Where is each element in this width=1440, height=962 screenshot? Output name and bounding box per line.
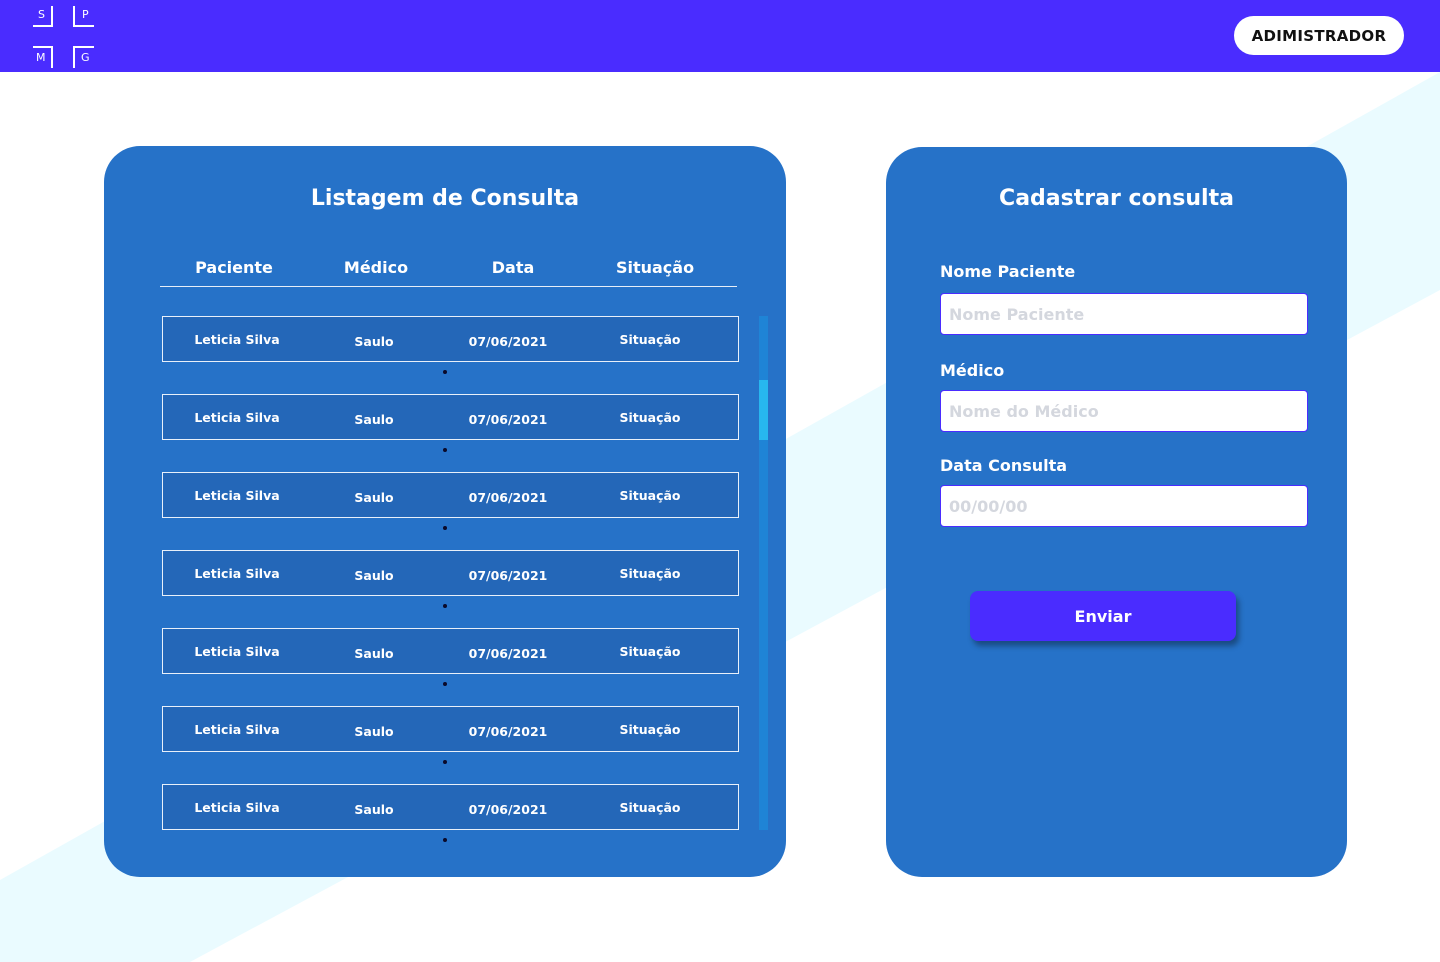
cell-data: 07/06/2021	[468, 334, 548, 349]
cell-paciente: Leticia Silva	[194, 410, 280, 425]
cell-situacao: Situação	[619, 800, 681, 815]
register-consultation-panel: Cadastrar consulta Nome Paciente Médico …	[886, 147, 1347, 877]
cell-paciente: Leticia Silva	[194, 488, 280, 503]
consultation-date-input[interactable]	[940, 485, 1308, 527]
consultation-list-panel: Listagem de Consulta Paciente Médico Dat…	[104, 146, 786, 877]
row-separator-dot	[443, 604, 447, 608]
cell-paciente: Leticia Silva	[194, 800, 280, 815]
row-separator-dot	[443, 526, 447, 530]
top-navbar: S P M G ADIMISTRADOR	[0, 0, 1440, 72]
cell-situacao: Situação	[619, 566, 681, 581]
table-row[interactable]: Leticia Silva Saulo 07/06/2021 Situação	[162, 394, 739, 440]
row-separator-dot	[443, 682, 447, 686]
cell-paciente: Leticia Silva	[194, 644, 280, 659]
cell-situacao: Situação	[619, 722, 681, 737]
cell-data: 07/06/2021	[468, 646, 548, 661]
cell-paciente: Leticia Silva	[194, 722, 280, 737]
patient-name-input[interactable]	[940, 293, 1308, 335]
list-scrollbar-thumb[interactable]	[759, 380, 768, 440]
table-row[interactable]: Leticia Silva Saulo 07/06/2021 Situação	[162, 784, 739, 830]
consultation-date-label: Data Consulta	[940, 456, 1068, 475]
doctor-name-input[interactable]	[940, 390, 1308, 432]
doctor-label: Médico	[940, 361, 1005, 380]
cell-medico: Saulo	[354, 724, 394, 739]
cell-situacao: Situação	[619, 410, 681, 425]
table-row[interactable]: Leticia Silva Saulo 07/06/2021 Situação	[162, 472, 739, 518]
patient-name-label: Nome Paciente	[940, 262, 1076, 281]
table-header: Paciente Médico Data Situação	[160, 252, 737, 287]
app-logo[interactable]: S P M G	[30, 4, 98, 70]
table-row[interactable]: Leticia Silva Saulo 07/06/2021 Situação	[162, 628, 739, 674]
cell-situacao: Situação	[619, 488, 681, 503]
form-title: Cadastrar consulta	[999, 186, 1234, 211]
cell-situacao: Situação	[619, 332, 681, 347]
row-separator-dot	[443, 838, 447, 842]
cell-data: 07/06/2021	[468, 490, 548, 505]
list-title: Listagem de Consulta	[310, 186, 580, 211]
table-row[interactable]: Leticia Silva Saulo 07/06/2021 Situação	[162, 550, 739, 596]
column-header-medico[interactable]: Médico	[344, 258, 408, 277]
cell-situacao: Situação	[619, 644, 681, 659]
cell-medico: Saulo	[354, 490, 394, 505]
cell-data: 07/06/2021	[468, 802, 548, 817]
row-separator-dot	[443, 760, 447, 764]
column-header-paciente[interactable]: Paciente	[195, 258, 273, 277]
logo-letter-g: G	[81, 51, 90, 64]
column-header-situacao[interactable]: Situação	[616, 258, 694, 277]
cell-data: 07/06/2021	[468, 412, 548, 427]
table-row[interactable]: Leticia Silva Saulo 07/06/2021 Situação	[162, 316, 739, 362]
cell-medico: Saulo	[354, 646, 394, 661]
cell-medico: Saulo	[354, 334, 394, 349]
cell-medico: Saulo	[354, 568, 394, 583]
row-separator-dot	[443, 370, 447, 374]
cell-data: 07/06/2021	[468, 724, 548, 739]
row-separator-dot	[443, 448, 447, 452]
table-row[interactable]: Leticia Silva Saulo 07/06/2021 Situação	[162, 706, 739, 752]
logo-letter-s: S	[38, 8, 45, 21]
column-header-data[interactable]: Data	[492, 258, 535, 277]
logo-letter-m: M	[36, 51, 46, 64]
logo-letter-p: P	[82, 8, 89, 21]
cell-medico: Saulo	[354, 412, 394, 427]
cell-paciente: Leticia Silva	[194, 332, 280, 347]
cell-medico: Saulo	[354, 802, 394, 817]
submit-button[interactable]: Enviar	[970, 591, 1236, 641]
cell-data: 07/06/2021	[468, 568, 548, 583]
cell-paciente: Leticia Silva	[194, 566, 280, 581]
admin-button[interactable]: ADIMISTRADOR	[1234, 16, 1404, 55]
